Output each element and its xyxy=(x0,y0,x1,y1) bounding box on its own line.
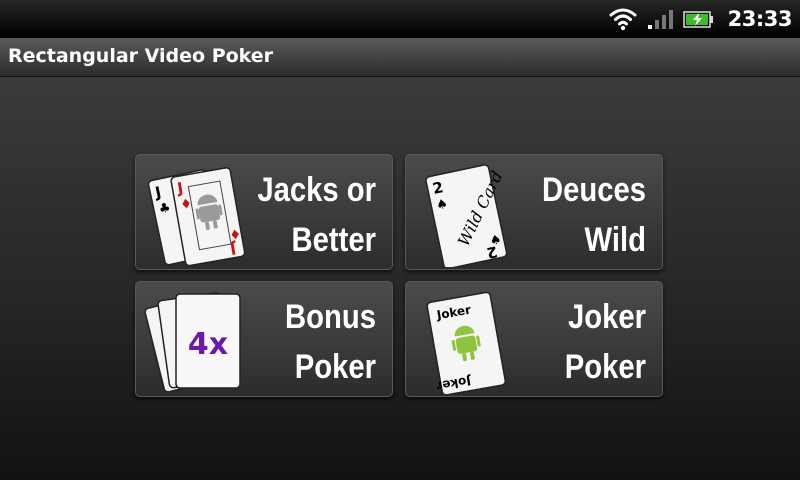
battery-charging-icon xyxy=(682,11,713,28)
signal-icon xyxy=(647,10,673,29)
label-line: Deuces xyxy=(541,171,646,209)
wild-card-icon: 2 ♠ Wild Card ♠ 2 xyxy=(425,164,508,267)
deuces-wild-button[interactable]: 2 ♠ Wild Card ♠ 2 Deuces Wild xyxy=(405,154,663,270)
jacks-cards-icon: J ♣ J ♦ ♦ J xyxy=(147,167,246,267)
wifi-icon xyxy=(609,8,637,31)
multiplier-text: 4x xyxy=(188,327,228,362)
label-line: Poker xyxy=(294,348,376,386)
status-icons: 23:33 xyxy=(608,0,793,38)
label-line: Jacks or xyxy=(257,171,376,209)
label-line: Wild xyxy=(584,221,646,259)
app-title: Rectangular Video Poker xyxy=(8,45,274,67)
label-line: Better xyxy=(291,221,376,259)
title-bar: Rectangular Video Poker xyxy=(0,38,800,77)
jacks-or-better-label: Jacks or Better xyxy=(256,165,376,265)
joker-poker-button[interactable]: Joker Joker Joker Poker xyxy=(405,281,663,397)
status-bar: 23:33 xyxy=(0,0,800,38)
joker-card-icon: Joker Joker xyxy=(426,291,507,394)
jacks-or-better-button[interactable]: J ♣ J ♦ ♦ J Jacks or Better xyxy=(135,154,393,270)
bonus-poker-label: Bonus Poker xyxy=(256,292,376,392)
label-line: Joker xyxy=(567,298,646,336)
label-line: Poker xyxy=(564,348,646,386)
game-menu: J ♣ J ♦ ♦ J Jacks or Better 2 ♠ Wild Car… xyxy=(0,77,800,480)
joker-poker-label: Joker Poker xyxy=(526,292,646,392)
deuces-wild-label: Deuces Wild xyxy=(526,165,646,265)
bonus-cards-icon: 4x xyxy=(144,292,241,393)
status-clock: 23:33 xyxy=(727,7,793,31)
label-line: Bonus xyxy=(285,298,376,336)
bonus-poker-button[interactable]: 4x Bonus Poker xyxy=(135,281,393,397)
